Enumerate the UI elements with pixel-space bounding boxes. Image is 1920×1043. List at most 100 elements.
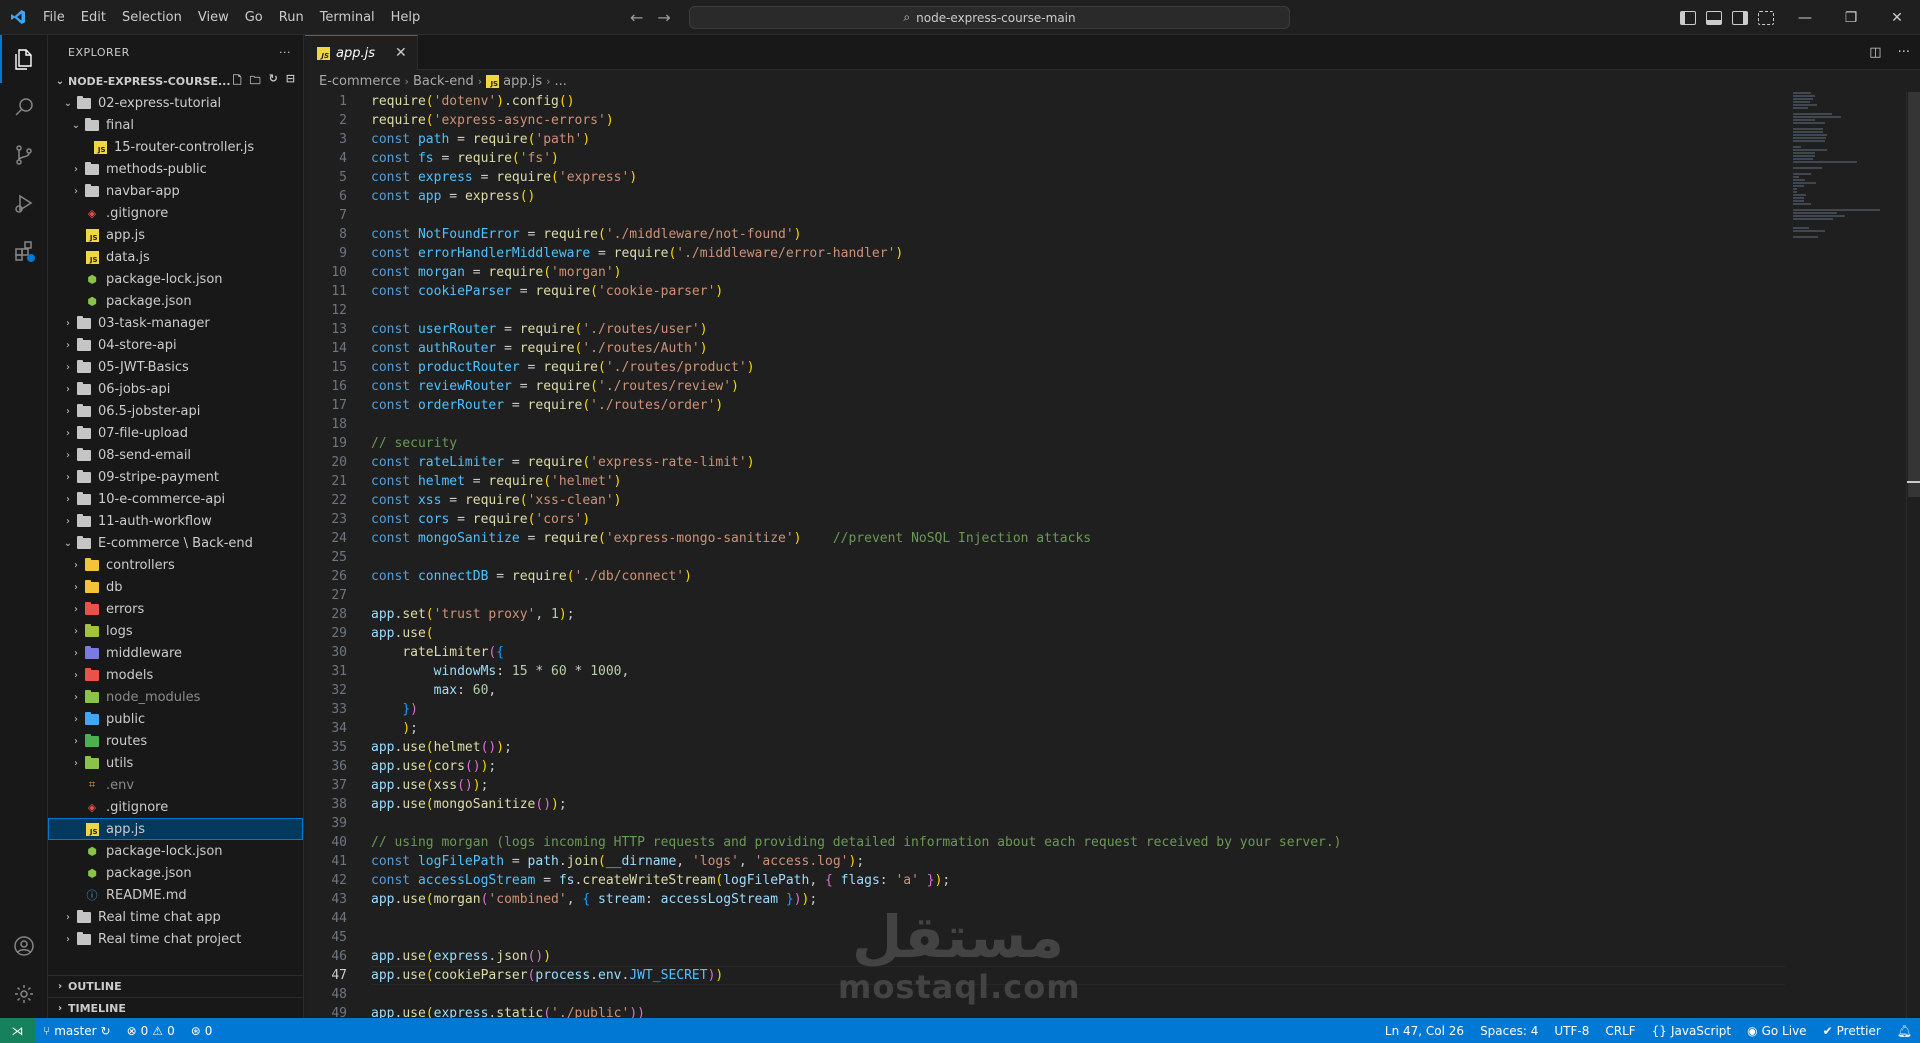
ports-status[interactable]: ⊛ 0 — [183, 1018, 221, 1043]
tree-folder[interactable]: › 05-JWT-Basics — [48, 356, 303, 378]
tree-folder[interactable]: › logs — [48, 620, 303, 642]
tree-folder[interactable]: › models — [48, 664, 303, 686]
tree-file[interactable]: JS data.js — [48, 246, 303, 268]
tree-file[interactable]: ◈ .gitignore — [48, 796, 303, 818]
restore-icon[interactable]: ❐ — [1828, 0, 1874, 35]
tree-file[interactable]: JS app.js — [48, 224, 303, 246]
breadcrumb-item[interactable]: Back-end — [413, 74, 474, 89]
tree-folder[interactable]: ⌄ E-commerce \ Back-end — [48, 532, 303, 554]
tree-folder[interactable]: › 08-send-email — [48, 444, 303, 466]
search-icon[interactable] — [0, 83, 48, 131]
source-control-icon[interactable] — [0, 131, 48, 179]
close-window-icon[interactable]: ✕ — [1874, 0, 1920, 35]
new-folder-icon[interactable]: 🗀 — [250, 72, 261, 91]
extensions-icon[interactable] — [0, 227, 48, 275]
problems-status[interactable]: ⊗ 0 ⚠ 0 — [119, 1018, 183, 1043]
tree-folder[interactable]: › 11-auth-workflow — [48, 510, 303, 532]
end-of-line[interactable]: CRLF — [1597, 1018, 1643, 1043]
line-source: // security — [347, 434, 457, 453]
tree-folder[interactable]: › 04-store-api — [48, 334, 303, 356]
breadcrumb-item[interactable]: E-commerce — [319, 74, 401, 89]
tree-folder[interactable]: › 03-task-manager — [48, 312, 303, 334]
tree-folder[interactable]: › node_modules — [48, 686, 303, 708]
tree-file[interactable]: ⌗ .env — [48, 774, 303, 796]
prettier-status[interactable]: ✔ Prettier — [1815, 1018, 1889, 1043]
accounts-icon[interactable] — [0, 922, 48, 970]
tree-file[interactable]: ⬢ package.json — [48, 290, 303, 312]
toggle-primary-sidebar-icon[interactable] — [1680, 10, 1696, 25]
explorer-icon[interactable] — [0, 35, 48, 83]
tree-file[interactable]: ◈ .gitignore — [48, 202, 303, 224]
timeline-section[interactable]: › TIMELINE — [48, 997, 304, 1019]
back-arrow-icon[interactable]: ← — [630, 8, 643, 27]
command-center-search[interactable]: ⌕ node-express-course-main — [689, 6, 1290, 29]
tree-folder[interactable]: › 06-jobs-api — [48, 378, 303, 400]
tree-folder[interactable]: › db — [48, 576, 303, 598]
menu-run[interactable]: Run — [271, 0, 312, 35]
menu-help[interactable]: Help — [383, 0, 429, 35]
tree-folder[interactable]: ⌄ final — [48, 114, 303, 136]
tree-folder[interactable]: › routes — [48, 730, 303, 752]
split-editor-icon[interactable]: ◫ — [1869, 45, 1881, 60]
menu-terminal[interactable]: Terminal — [312, 0, 383, 35]
tree-folder[interactable]: › methods-public — [48, 158, 303, 180]
minimap[interactable] — [1793, 92, 1903, 1018]
language-mode[interactable]: {} JavaScript — [1644, 1018, 1739, 1043]
tree-folder[interactable]: › 07-file-upload — [48, 422, 303, 444]
tree-folder[interactable]: › Real time chat app — [48, 906, 303, 928]
toggle-panel-icon[interactable] — [1706, 10, 1722, 25]
collapse-all-icon[interactable]: ⊟ — [286, 72, 295, 91]
git-file-icon: ◈ — [87, 206, 97, 220]
code-line: 12 — [305, 301, 1785, 320]
workspace-root[interactable]: ⌄ NODE-EXPRESS-COURSE... 🗋 🗀 ↻ ⊟ — [48, 70, 303, 92]
branch-status[interactable]: ⑂ master ↻ — [35, 1018, 119, 1043]
more-actions-icon[interactable]: ··· — [279, 46, 291, 59]
tree-folder[interactable]: › controllers — [48, 554, 303, 576]
settings-gear-icon[interactable] — [0, 970, 48, 1018]
breadcrumb-item[interactable]: ... — [555, 74, 567, 89]
tree-folder[interactable]: › 09-stripe-payment — [48, 466, 303, 488]
menu-file[interactable]: File — [35, 0, 73, 35]
tree-folder[interactable]: › utils — [48, 752, 303, 774]
tab-app-js[interactable]: JS app.js ✕ — [305, 35, 418, 70]
menu-edit[interactable]: Edit — [73, 0, 114, 35]
tree-folder[interactable]: › navbar-app — [48, 180, 303, 202]
tree-file[interactable]: JS 15-router-controller.js — [48, 136, 303, 158]
minimize-icon[interactable]: — — [1782, 0, 1828, 35]
menu-selection[interactable]: Selection — [114, 0, 190, 35]
outline-section[interactable]: › OUTLINE — [48, 975, 304, 997]
tree-file[interactable]: ⓘ README.md — [48, 884, 303, 906]
tree-folder[interactable]: › middleware — [48, 642, 303, 664]
go-live-button[interactable]: ◉ Go Live — [1739, 1018, 1814, 1043]
customize-layout-icon[interactable] — [1758, 10, 1774, 25]
tree-folder[interactable]: › errors — [48, 598, 303, 620]
tree-file[interactable]: JS app.js — [48, 818, 303, 840]
tree-file[interactable]: ⬢ package-lock.json — [48, 840, 303, 862]
close-tab-icon[interactable]: ✕ — [395, 45, 407, 61]
tree-folder[interactable]: › 10-e-commerce-api — [48, 488, 303, 510]
tree-file[interactable]: ⬢ package-lock.json — [48, 268, 303, 290]
menu-go[interactable]: Go — [237, 0, 271, 35]
menu-view[interactable]: View — [190, 0, 237, 35]
tree-folder[interactable]: › 06.5-jobster-api — [48, 400, 303, 422]
new-file-icon[interactable]: 🗋 — [233, 72, 242, 91]
forward-arrow-icon[interactable]: → — [657, 8, 670, 27]
vertical-scrollbar[interactable] — [1906, 92, 1920, 1018]
remote-indicator-icon[interactable]: ⋊ — [0, 1018, 35, 1043]
tree-file[interactable]: ⬢ package.json — [48, 862, 303, 884]
breadcrumb-item[interactable]: app.js — [503, 74, 542, 89]
cursor-position[interactable]: Ln 47, Col 26 — [1377, 1018, 1472, 1043]
code-token: = — [464, 265, 489, 280]
tree-folder[interactable]: › Real time chat project — [48, 928, 303, 950]
scrollbar-thumb[interactable] — [1908, 92, 1920, 497]
more-actions-icon[interactable]: ··· — [1898, 45, 1910, 60]
run-debug-icon[interactable] — [0, 179, 48, 227]
code-editor[interactable]: 1 require('dotenv').config() 2 require('exp… — [305, 92, 1785, 1018]
encoding[interactable]: UTF-8 — [1546, 1018, 1597, 1043]
refresh-icon[interactable]: ↻ — [269, 72, 278, 91]
indentation[interactable]: Spaces: 4 — [1472, 1018, 1546, 1043]
notifications-bell-icon[interactable]: 🔔︎ — [1889, 1018, 1920, 1043]
tree-folder[interactable]: › public — [48, 708, 303, 730]
tree-folder[interactable]: ⌄ 02-express-tutorial — [48, 92, 303, 114]
toggle-secondary-sidebar-icon[interactable] — [1732, 10, 1748, 25]
